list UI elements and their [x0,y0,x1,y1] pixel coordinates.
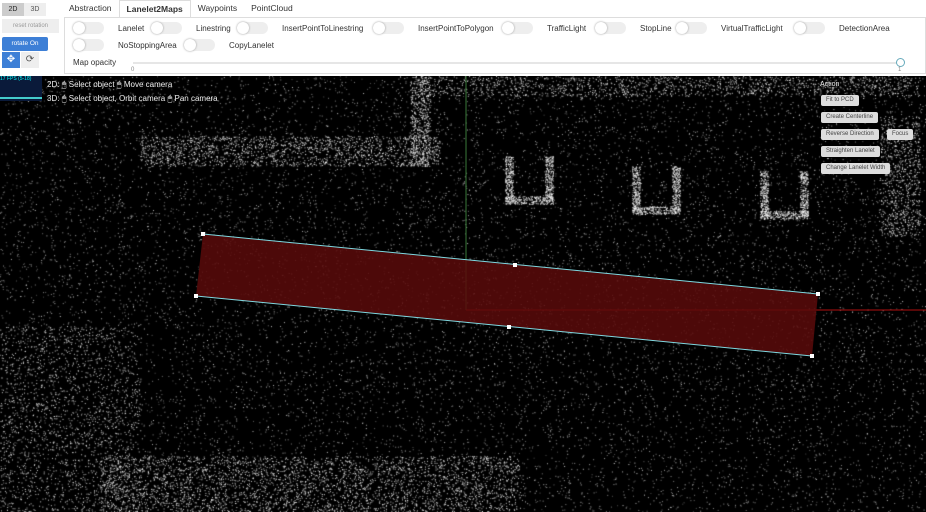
tab-pointcloud[interactable]: PointCloud [244,0,300,17]
lanelet-point[interactable] [810,354,814,358]
mouse-icon: 🖱 [116,80,122,89]
lanelet-polygon[interactable] [196,234,818,356]
toggle-insert-point-linestring[interactable]: InsertPointToLinestring [237,22,363,34]
mode-3d-button[interactable]: 3D [24,3,46,16]
fit-to-pcd-button[interactable]: Fit to PCD [821,95,859,106]
map-opacity-label: Map opacity [73,58,117,67]
toggle-detection-area[interactable]: DetectionArea [794,22,890,34]
change-lanelet-width-button[interactable]: Change Lanelet Width [821,163,891,174]
lanelet-panel: Lanelet Linestring InsertPointToLinestri… [64,17,926,74]
hint-2d: 2D: 🖱 Select object 🖱 Move camera [47,80,173,89]
lanelet-point[interactable] [513,263,517,267]
mode-2d-button[interactable]: 2D [2,3,24,16]
rotate-button[interactable]: rotate On [2,37,48,51]
map-opacity-slider[interactable] [133,62,901,64]
fps-text: 17 FPS (5-18) [0,76,32,82]
straighten-lanelet-button[interactable]: Straighten Lanelet [821,146,880,157]
reset-rotation-button[interactable]: reset rotation [2,19,59,33]
action-title: Action [820,81,840,88]
tab-lanelet2maps[interactable]: Lanelet2Maps [118,0,191,17]
lanelet-point[interactable] [194,294,198,298]
toggle-stop-line[interactable]: StopLine [595,22,672,34]
tab-waypoints[interactable]: Waypoints [191,0,244,17]
hint-3d: 3D: 🖱 Select object, Orbit camera 🖱 Pan … [47,94,218,103]
mouse-icon: 🖱 [61,94,67,103]
mouse-icon: 🖱 [167,94,173,103]
lanelet-point[interactable] [816,292,820,296]
focus-button[interactable]: Focus [887,129,914,140]
slider-min: 0 [131,67,135,73]
create-centerline-button[interactable]: Create Centerline [821,112,879,123]
toggle-linestring[interactable]: Linestring [151,22,231,34]
tab-abstraction[interactable]: Abstraction [62,0,119,17]
lanelet-point[interactable] [201,232,205,236]
slider-max: 1 [898,67,902,73]
move-icon[interactable]: ✥ [2,52,20,68]
fps-meter: 17 FPS (5-18) [0,76,42,101]
reverse-direction-button[interactable]: Reverse Direction [821,129,879,140]
toggle-insert-point-polygon[interactable]: InsertPointToPolygon [373,22,494,34]
slider-thumb[interactable] [896,58,905,67]
lanelet-point[interactable] [507,325,511,329]
toggle-copy-lanelet[interactable]: CopyLanelet [184,39,274,51]
toggle-traffic-light[interactable]: TrafficLight [502,22,586,34]
toggle-no-stopping-area[interactable]: NoStoppingArea [73,39,177,51]
toolbar: 2D 3D reset rotation rotate On ✥ ⟳ Abstr… [0,0,926,76]
refresh-icon[interactable]: ⟳ [21,52,39,68]
toggle-virtual-traffic-light[interactable]: VirtualTrafficLight [676,22,783,34]
toggle-lanelet[interactable]: Lanelet [73,22,144,34]
mouse-icon: 🖱 [61,80,67,89]
map-viewport[interactable] [0,76,926,512]
